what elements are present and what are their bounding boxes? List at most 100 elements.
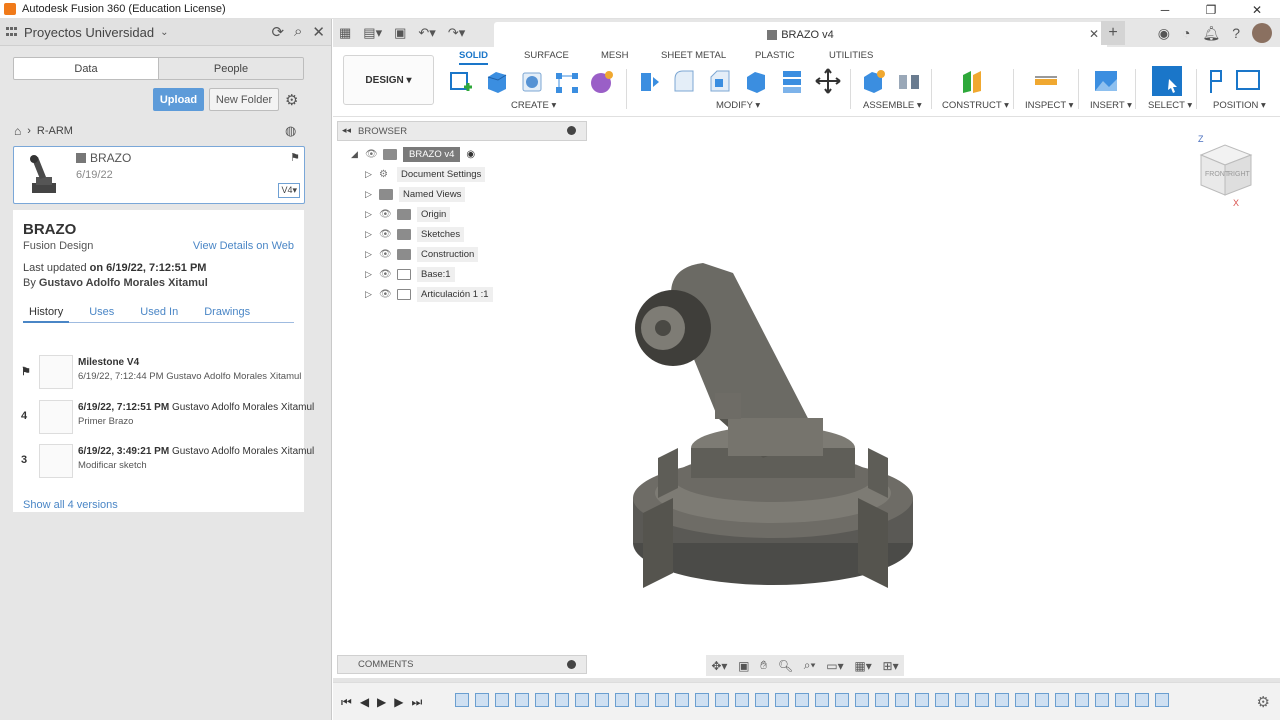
timeline-feature[interactable]: [675, 693, 689, 707]
timeline-feature[interactable]: [1135, 693, 1149, 707]
timeline-feature[interactable]: [535, 693, 549, 707]
go-to-end-icon[interactable]: ⏭: [412, 695, 423, 710]
expand-triangle-icon[interactable]: ▷: [365, 289, 379, 300]
timeline-feature[interactable]: [555, 693, 569, 707]
form-icon[interactable]: [589, 67, 615, 95]
close-icon[interactable]: ✕: [312, 23, 325, 41]
history-item[interactable]: 4 6/19/22, 7:12:51 PM Gustavo Adolfo Mor…: [21, 400, 314, 436]
tree-node-base[interactable]: ▷ 👁︎ Base:1: [365, 265, 455, 283]
job-status-icon[interactable]: ◔: [1182, 25, 1190, 41]
pin-icon[interactable]: [567, 126, 576, 135]
file-card[interactable]: BRAZO 6/19/22 ⚑ V4▾: [13, 146, 305, 204]
timeline-feature[interactable]: [495, 693, 509, 707]
expand-triangle-icon[interactable]: ▷: [365, 249, 379, 260]
comments-panel[interactable]: COMMENTS: [337, 655, 587, 674]
activate-radio-icon[interactable]: ◉: [466, 149, 475, 160]
timeline-feature[interactable]: [1155, 693, 1169, 707]
measure-icon[interactable]: [1033, 67, 1059, 95]
new-component-icon[interactable]: [860, 67, 886, 95]
timeline-feature[interactable]: [615, 693, 629, 707]
fit-icon[interactable]: ⌕▾: [804, 658, 816, 673]
grid-settings-icon[interactable]: ▦▾: [854, 659, 871, 673]
document-tab[interactable]: BRAZO v4 ✕: [494, 22, 1107, 47]
undo-icon[interactable]: ↶▾: [418, 25, 435, 41]
timeline-feature[interactable]: [955, 693, 969, 707]
offset-plane-icon[interactable]: [959, 67, 985, 95]
play-icon[interactable]: ▶: [377, 695, 386, 710]
extrude-icon[interactable]: [484, 67, 510, 95]
visibility-icon[interactable]: 👁︎: [379, 209, 397, 220]
workspace-switcher[interactable]: DESIGN ▾: [343, 55, 434, 105]
tab-sheet-metal[interactable]: SHEET METAL: [661, 50, 726, 61]
tab-utilities[interactable]: UTILITIES: [829, 50, 873, 61]
tab-uses[interactable]: Uses: [83, 306, 120, 322]
tree-node-document-settings[interactable]: ▷ ⚙ Document Settings: [365, 165, 486, 183]
timeline-feature[interactable]: [715, 693, 729, 707]
extensions-icon[interactable]: ◉: [1158, 25, 1170, 42]
home-icon[interactable]: ⌂: [14, 124, 21, 138]
tab-solid[interactable]: SOLID: [459, 50, 489, 65]
press-pull-icon[interactable]: [635, 67, 661, 95]
pan-icon[interactable]: ✋︎: [760, 658, 767, 673]
visibility-icon[interactable]: 👁︎: [379, 269, 397, 280]
history-item[interactable]: ⚑ Milestone V4 6/19/22, 7:12:44 PM Gusta…: [21, 355, 302, 391]
zoom-icon[interactable]: 🔍︎: [778, 659, 793, 673]
orbit-icon[interactable]: ✥▾: [711, 659, 727, 673]
expand-triangle-icon[interactable]: ▷: [365, 269, 379, 280]
timeline-feature[interactable]: [895, 693, 909, 707]
create-sketch-icon[interactable]: [448, 67, 474, 95]
history-item[interactable]: 3 6/19/22, 3:49:21 PM Gustavo Adolfo Mor…: [21, 444, 314, 480]
timeline-feature[interactable]: [1095, 693, 1109, 707]
timeline-feature[interactable]: [1075, 693, 1089, 707]
gear-icon[interactable]: ⚙: [1257, 693, 1270, 711]
maximize-button[interactable]: ❐: [1188, 0, 1234, 19]
tree-node-articulacion[interactable]: ▷ 👁︎ Articulación 1 :1: [365, 285, 493, 303]
visibility-icon[interactable]: 👁︎: [379, 229, 397, 240]
show-all-versions-link[interactable]: Show all 4 versions: [23, 499, 118, 511]
help-icon[interactable]: ?: [1232, 25, 1240, 41]
timeline-feature[interactable]: [695, 693, 709, 707]
position-icon[interactable]: [1209, 67, 1235, 95]
refresh-icon[interactable]: ⟳: [271, 23, 284, 41]
visibility-icon[interactable]: 👁︎: [379, 249, 397, 260]
timeline-feature[interactable]: [635, 693, 649, 707]
redo-icon[interactable]: ↷▾: [448, 25, 465, 41]
timeline-feature[interactable]: [655, 693, 669, 707]
timeline-feature[interactable]: [795, 693, 809, 707]
data-panel-icon[interactable]: ▦: [339, 25, 351, 41]
new-tab-button[interactable]: +: [1101, 21, 1125, 45]
combine-icon[interactable]: [779, 67, 805, 95]
chevron-down-icon[interactable]: ⌄: [160, 27, 168, 38]
revolve-icon[interactable]: [519, 67, 545, 95]
timeline-feature[interactable]: [835, 693, 849, 707]
look-at-icon[interactable]: ▣: [738, 659, 749, 673]
timeline-feature[interactable]: [735, 693, 749, 707]
tree-node-origin[interactable]: ▷ 👁︎ Origin: [365, 205, 451, 223]
inspect-menu[interactable]: INSPECT ▾: [1025, 100, 1073, 111]
globe-icon[interactable]: ◍: [285, 123, 296, 139]
close-window-button[interactable]: ✕: [1234, 0, 1280, 19]
timeline-feature[interactable]: [975, 693, 989, 707]
modify-menu[interactable]: MODIFY ▾: [716, 100, 760, 111]
file-menu-icon[interactable]: ▤▾: [363, 25, 382, 41]
timeline-feature[interactable]: [915, 693, 929, 707]
timeline-feature[interactable]: [455, 693, 469, 707]
save-icon[interactable]: ▣: [394, 25, 406, 41]
tab-people[interactable]: People: [158, 58, 303, 79]
view-cube[interactable]: Z FRONT RIGHT X: [1195, 133, 1255, 207]
expand-triangle-icon[interactable]: ▷: [365, 169, 379, 180]
capture-position-icon[interactable]: [1235, 67, 1261, 95]
go-to-start-icon[interactable]: ⏮: [341, 695, 352, 710]
search-icon[interactable]: ⌕: [294, 23, 302, 41]
tree-root[interactable]: ◢ 👁︎ BRAZO v4 ◉: [351, 145, 475, 163]
timeline-feature[interactable]: [775, 693, 789, 707]
timeline-feature[interactable]: [995, 693, 1009, 707]
insert-menu[interactable]: INSERT ▾: [1090, 100, 1132, 111]
timeline-feature[interactable]: [935, 693, 949, 707]
move-icon[interactable]: [815, 67, 841, 95]
new-folder-button[interactable]: New Folder: [209, 88, 279, 111]
timeline-feature[interactable]: [595, 693, 609, 707]
timeline-feature[interactable]: [575, 693, 589, 707]
tree-node-named-views[interactable]: ▷ Named Views: [365, 185, 466, 203]
fillet-icon[interactable]: [671, 67, 697, 95]
